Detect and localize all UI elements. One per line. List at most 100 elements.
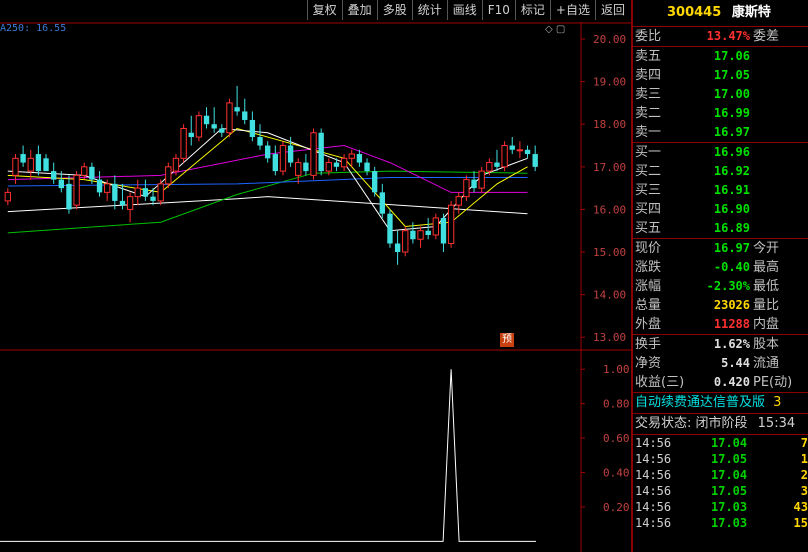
buy-level-value: 16.92 (713, 164, 750, 178)
stat2-row: 收益(三) 0.420 PE(动) (633, 373, 808, 392)
trade-status-row: 交易状态: 闭市阶段 15:34 (633, 413, 808, 435)
stat2-row: 换手 1.62% 股本 (633, 335, 808, 354)
stat2-row: 净资 5.44 流通 (633, 354, 808, 373)
tick-vol: 43 (793, 500, 808, 514)
weibi-label: 委比 (635, 29, 662, 44)
candle-body (524, 149, 531, 155)
candle-body (234, 107, 240, 112)
stat-value: -2.30% (706, 279, 750, 293)
toolbar-button-6[interactable]: 标记 (514, 0, 550, 20)
stat2-value: 0.420 (713, 375, 750, 389)
toolbar-button-0[interactable]: 复权 (306, 0, 342, 20)
stat-label: 外盘 (635, 317, 662, 332)
sell-level-row: 卖五 17.06 (633, 47, 808, 66)
candle-body (295, 162, 302, 176)
candle-body (157, 183, 164, 202)
candle-body (43, 158, 49, 172)
stat2-label2: 流通 (753, 356, 780, 371)
candle-body (478, 170, 485, 189)
stock-code: 300445 (667, 5, 722, 20)
candle-body (226, 102, 233, 134)
stat-value: 16.97 (713, 241, 750, 255)
buy-level-row: 买三 16.91 (633, 181, 808, 200)
candle-body (303, 162, 309, 172)
tick-row: 14:56 17.04 7 (633, 435, 808, 451)
marquee-text: 自动续费通达信普及版 (635, 395, 766, 410)
candle-body (348, 153, 355, 159)
candle-body (265, 145, 271, 159)
tick-time: 14:56 (635, 516, 672, 530)
sell-orders: 卖五 17.06 卖四 17.05 卖三 17.00 卖二 16.99 卖一 16.97 (633, 47, 808, 142)
window-control-icons[interactable]: ◇ ▢ (545, 24, 565, 35)
candle-body (486, 162, 493, 172)
candle-body (257, 137, 263, 146)
price-tick-label: 20.00 (593, 33, 626, 46)
candle-body (455, 196, 462, 206)
tick-vol: 2 (800, 468, 808, 482)
signal-line (0, 369, 536, 542)
stats2-block: 换手 1.62% 股本 净资 5.44 流通 收益(三) 0.420 PE(动) (633, 335, 808, 392)
toolbar-button-5[interactable]: F10 (481, 0, 515, 20)
tick-price: 17.05 (711, 484, 748, 498)
sell-level-value: 17.05 (713, 68, 750, 82)
buy-level-label: 买二 (635, 164, 662, 179)
stat-row: 总量 23026 量比 (633, 296, 808, 315)
trade-time: 15:34 (757, 416, 796, 431)
sub-tick-label: 0.20 (603, 501, 630, 514)
candle-body (532, 154, 538, 167)
candle-body (310, 132, 317, 176)
stat-row: 涨跌 -0.40 最高 (633, 258, 808, 277)
toolbar-button-7[interactable]: +自选 (549, 0, 595, 20)
candle-body (58, 179, 64, 189)
sell-level-label: 卖四 (635, 68, 662, 83)
sell-level-label: 卖一 (635, 125, 662, 140)
stat-label: 涨跌 (635, 260, 662, 275)
ma-line-2 (7, 177, 528, 187)
toolbar-button-1[interactable]: 叠加 (341, 0, 377, 20)
buy-level-row: 买二 16.92 (633, 162, 808, 181)
sell-level-row: 卖四 17.05 (633, 66, 808, 85)
toolbar-button-8[interactable]: 返回 (594, 0, 630, 20)
stat-row: 外盘 11288 内盘 (633, 315, 808, 334)
toolbar-button-4[interactable]: 画线 (446, 0, 482, 20)
candle-body (242, 111, 248, 120)
toolbar: 复权 叠加 多股 统计 画线 F10 标记 +自选 返回 (0, 0, 630, 22)
sell-level-value: 17.00 (713, 87, 750, 101)
tick-time: 14:56 (635, 468, 672, 482)
candle-body (219, 128, 225, 133)
candle-body (471, 179, 477, 189)
stock-header: 300445 康斯特 (633, 0, 808, 27)
toolbar-button-2[interactable]: 多股 (376, 0, 412, 20)
buy-level-value: 16.89 (713, 221, 750, 235)
price-tick-label: 15.00 (593, 246, 626, 259)
tick-list[interactable]: 14:56 17.04 7 14:56 17.05 1 14:56 17.04 2 14:56 17… (633, 435, 808, 531)
candle-body (494, 162, 500, 167)
toolbar-button-3[interactable]: 统计 (411, 0, 447, 20)
candle-body (402, 230, 409, 253)
candle-body (180, 127, 187, 159)
candle-body (279, 145, 287, 172)
stock-name: 康斯特 (731, 5, 771, 20)
candle-body (333, 162, 340, 167)
candle-body (387, 213, 393, 244)
candle-body (211, 124, 217, 129)
quote-panel: 300445 康斯特 委比 13.47% 委差 卖五 17.06 卖四 17.05 卖三… (631, 0, 808, 552)
stat2-label: 换手 (635, 337, 662, 352)
tick-time: 14:56 (635, 500, 672, 514)
tick-vol: 15 (793, 516, 808, 530)
price-tick-label: 13.00 (593, 331, 626, 344)
candle-body (287, 145, 294, 163)
tick-vol: 1 (800, 452, 808, 466)
sell-level-row: 卖一 16.97 (633, 123, 808, 142)
candle-body (126, 196, 134, 210)
tick-time: 14:56 (635, 484, 672, 498)
candle-body (188, 132, 194, 138)
marquee-banner[interactable]: 自动续费通达信普及版 3 (633, 392, 808, 413)
buy-level-label: 买一 (635, 145, 662, 160)
stat-label2: 内盘 (753, 317, 780, 332)
tick-row: 14:56 17.03 43 (633, 499, 808, 515)
chart-area[interactable]: 20.00 19.00 18.00 17.00 16.00 15.00 14.00 13.00… (0, 22, 631, 552)
tick-time: 14:56 (635, 436, 672, 450)
price-tick-label: 17.00 (593, 161, 626, 174)
tick-time: 14:56 (635, 452, 672, 466)
